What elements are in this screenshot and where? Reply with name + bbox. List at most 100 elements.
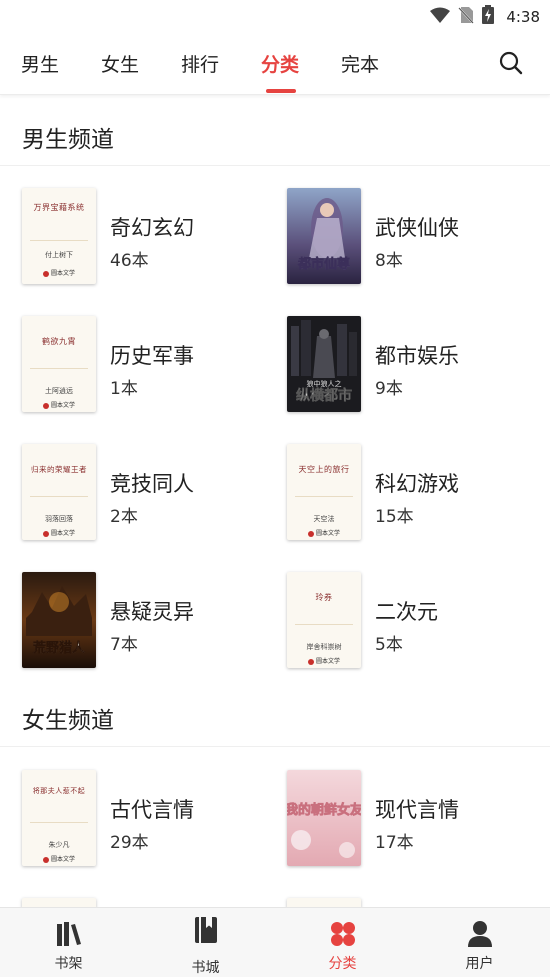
cover-art-urban: 狼中狼人之 纵横都市	[287, 316, 361, 412]
cover-divider	[30, 240, 88, 241]
tab-ranking[interactable]: 排行	[181, 50, 219, 77]
book-cover: 将那夫人惹不起 朱少凡 圆本文学	[22, 770, 96, 866]
category-item-scifi[interactable]: 天空上的旅行 天空法 圆本文学 科幻游戏 15本	[287, 444, 547, 544]
publisher-name: 圆本文学	[315, 658, 340, 665]
category-count: 8本	[375, 251, 403, 271]
nav-item-category[interactable]: 分类	[274, 908, 411, 977]
category-item-suspense[interactable]: 荒野猎人 悬疑灵异 7本	[22, 572, 282, 672]
category-name: 奇幻玄幻	[110, 216, 194, 240]
cover-title: 万界宝藉系统	[33, 203, 85, 212]
category-count: 7本	[110, 635, 138, 655]
nav-label: 书城	[191, 960, 220, 976]
category-item-sports[interactable]: 归来的荣耀王者 羽落回落 圆本文学 竞技同人 2本	[22, 444, 282, 544]
category-item-wuxia[interactable]: 都市仙尊 武侠仙侠 8本	[287, 188, 547, 288]
cover-divider	[295, 624, 353, 625]
book-icon	[192, 916, 220, 944]
active-tab-indicator	[266, 89, 296, 93]
cover-divider	[30, 496, 88, 497]
category-count: 2本	[110, 507, 138, 527]
cover-author: 天空法	[313, 515, 335, 523]
book-cover: 都市仙尊	[287, 188, 361, 284]
publisher-logo-icon	[42, 270, 49, 277]
tab-category[interactable]: 分类	[261, 50, 299, 77]
status-icons: 4:38	[430, 5, 540, 28]
cover-art-title: 荒野猎人	[32, 640, 86, 656]
cover-title: 鹤欲九霄	[42, 337, 76, 346]
book-cover: 狼中狼人之 纵横都市	[287, 316, 361, 412]
category-name: 二次元	[375, 600, 438, 624]
category-name: 古代言情	[110, 798, 194, 822]
section-title-female: 女生频道	[22, 708, 114, 734]
category-icon	[329, 920, 357, 948]
section-divider	[0, 746, 550, 747]
category-name: 武侠仙侠	[375, 216, 459, 240]
cover-art-subtitle: 狼中狼人之	[307, 379, 342, 388]
cover-publisher: 圆本文学	[22, 268, 96, 277]
publisher-logo-icon	[307, 530, 314, 537]
cover-art-title: 纵横都市	[296, 387, 352, 404]
publisher-logo-icon	[42, 856, 49, 863]
book-cover: 天空上的旅行 天空法 圆本文学	[287, 444, 361, 540]
search-icon[interactable]	[498, 50, 524, 76]
book-cover: 万界宝藉系统 付上树下 圆本文学	[22, 188, 96, 284]
category-count: 5本	[375, 635, 403, 655]
cover-publisher: 圆本文学	[287, 656, 361, 665]
publisher-name: 圆本文学	[315, 530, 340, 537]
status-time: 4:38	[506, 7, 540, 26]
tab-completed[interactable]: 完本	[341, 50, 379, 77]
cover-title: 归来的荣耀王者	[31, 465, 87, 474]
publisher-name: 圆本文学	[50, 530, 75, 537]
cover-divider	[30, 368, 88, 369]
nav-item-bookshelf[interactable]: 书架	[0, 908, 137, 977]
cover-publisher: 圆本文学	[287, 528, 361, 537]
cover-divider	[295, 496, 353, 497]
publisher-name: 圆本文学	[50, 402, 75, 409]
cover-author: 土阿逍远	[45, 387, 73, 395]
nav-item-bookstore[interactable]: 书城	[137, 908, 274, 977]
nav-label: 书架	[54, 956, 83, 972]
tab-female[interactable]: 女生	[101, 50, 139, 77]
category-item-history[interactable]: 鹤欲九霄 土阿逍远 圆本文学 历史军事 1本	[22, 316, 282, 416]
category-name: 都市娱乐	[375, 344, 459, 368]
tab-male[interactable]: 男生	[21, 50, 59, 77]
publisher-logo-icon	[42, 402, 49, 409]
category-count: 29本	[110, 833, 149, 853]
bottom-nav-bar: 书架 书城 分类 用户	[0, 907, 550, 977]
nav-item-user[interactable]: 用户	[411, 908, 548, 977]
section-divider	[0, 165, 550, 166]
nav-label: 分类	[328, 956, 357, 972]
cover-art-suspense: 荒野猎人	[22, 572, 96, 668]
category-item-modern-romance[interactable]: 我的朝鲜女友 现代言情 17本	[287, 770, 547, 870]
category-item-ancient-romance[interactable]: 将那夫人惹不起 朱少凡 圆本文学 古代言情 29本	[22, 770, 282, 870]
publisher-name: 圆本文学	[50, 270, 75, 277]
top-tab-bar: 男生 女生 排行 分类 完本	[0, 32, 550, 95]
category-name: 现代言情	[375, 798, 459, 822]
book-cover: 我的朝鲜女友	[287, 770, 361, 866]
wifi-icon	[430, 7, 451, 27]
cover-title: 将那夫人惹不起	[32, 787, 86, 795]
category-name: 科幻游戏	[375, 472, 459, 496]
book-cover: 荒野猎人	[22, 572, 96, 668]
cover-art-title: 都市仙尊	[297, 256, 350, 272]
category-count: 1本	[110, 379, 138, 399]
status-bar: 4:38	[0, 0, 550, 32]
category-count: 17本	[375, 833, 414, 853]
book-cover: 玲券 岸舍科崇树 圆本文学	[287, 572, 361, 668]
cover-art-wuxia: 都市仙尊	[287, 188, 361, 284]
category-name: 竞技同人	[110, 472, 194, 496]
publisher-name: 圆本文学	[50, 856, 75, 863]
category-item-anime[interactable]: 玲券 岸舍科崇树 圆本文学 二次元 5本	[287, 572, 547, 672]
category-item-urban[interactable]: 狼中狼人之 纵横都市 都市娱乐 9本	[287, 316, 547, 416]
cover-publisher: 圆本文学	[22, 528, 96, 537]
section-title-male: 男生频道	[22, 127, 114, 153]
no-sim-icon	[458, 6, 475, 28]
category-count: 9本	[375, 379, 403, 399]
category-item-fantasy[interactable]: 万界宝藉系统 付上树下 圆本文学 奇幻玄幻 46本	[22, 188, 282, 288]
category-name: 历史军事	[110, 344, 194, 368]
cover-publisher: 圆本文学	[22, 400, 96, 409]
category-count: 46本	[110, 251, 149, 271]
category-name: 悬疑灵异	[110, 600, 194, 624]
bookshelf-icon	[55, 920, 83, 948]
cover-author: 羽落回落	[45, 515, 73, 523]
category-count: 15本	[375, 507, 414, 527]
